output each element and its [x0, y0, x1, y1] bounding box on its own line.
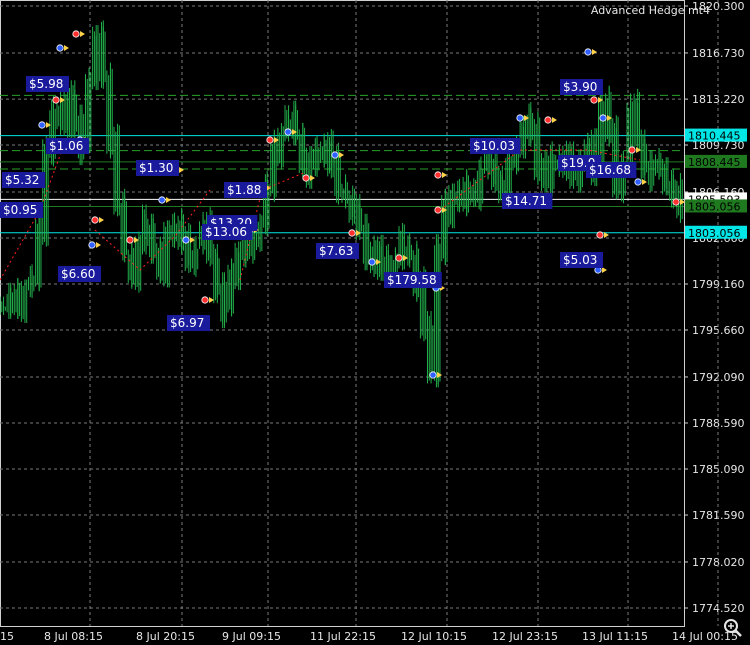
price-tick-label: 1778.020: [692, 556, 745, 569]
trade-marker-icon: [516, 114, 524, 122]
time-tick-label: 11 Jul 22:15: [310, 630, 376, 643]
trade-marker-icon: [628, 146, 636, 154]
time-tick-label: 15: [0, 630, 14, 643]
level-tag-label: 1810.445: [688, 130, 741, 143]
profit-label: $14.71: [505, 194, 547, 208]
profit-label: $5.32: [5, 173, 39, 187]
zoom-in-icon[interactable]: [722, 617, 744, 639]
trade-arrow-icon: [376, 259, 381, 265]
trade-arrow-icon: [96, 242, 101, 248]
trade-arrow-icon: [552, 117, 557, 123]
trade-marker-icon: [284, 128, 292, 136]
level-tag-label: 1808.445: [688, 156, 741, 169]
trade-marker-icon: [56, 44, 64, 52]
trade-marker-icon: [266, 136, 274, 144]
trade-marker-icon: [590, 96, 598, 104]
trade-marker-icon: [348, 229, 356, 237]
profit-label: $1.30: [139, 161, 173, 175]
time-tick-label: 9 Jul 09:15: [222, 630, 281, 643]
trade-marker-icon: [584, 48, 592, 56]
trade-arrow-icon: [592, 49, 597, 55]
trade-marker-icon: [72, 30, 80, 38]
ea-title: Advanced Hedge mt4: [591, 4, 710, 17]
profit-label: $1.88: [227, 183, 261, 197]
trade-marker-icon: [91, 216, 99, 224]
profit-label: $13.06: [205, 225, 247, 239]
trade-marker-icon: [395, 254, 403, 262]
trade-arrow-icon: [442, 207, 447, 213]
trade-arrow-icon: [524, 115, 529, 121]
price-chart[interactable]: 1820.3001816.7301813.2201809.7301806.160…: [0, 0, 750, 645]
trade-marker-icon: [52, 96, 60, 104]
trade-arrow-icon: [442, 172, 447, 178]
profit-label: $7.63: [319, 244, 353, 258]
trade-marker-icon: [38, 121, 46, 129]
trade-marker-icon: [368, 258, 376, 266]
profit-label: $6.97: [170, 316, 204, 330]
time-tick-label: 8 Jul 08:15: [44, 630, 103, 643]
trade-marker-icon: [599, 114, 607, 122]
profit-label: $5.03: [563, 253, 597, 267]
chart-canvas[interactable]: 1820.3001816.7301813.2201809.7301806.160…: [0, 0, 750, 645]
profit-label: $16.68: [589, 163, 631, 177]
time-tick-label: 8 Jul 20:15: [136, 630, 195, 643]
level-tag-label: 1803.056: [688, 227, 741, 240]
level-tag-label: 1805.056: [688, 200, 741, 213]
profit-label: $0.95: [3, 203, 37, 217]
trade-arrow-icon: [99, 217, 104, 223]
trade-marker-icon: [429, 371, 437, 379]
trade-arrow-icon: [166, 197, 171, 203]
trade-arrow-icon: [310, 175, 315, 181]
trade-marker-icon: [201, 296, 209, 304]
trade-arrow-icon: [403, 255, 408, 261]
trade-arrow-icon: [80, 31, 85, 37]
trade-marker-icon: [126, 236, 134, 244]
trade-arrow-icon: [339, 152, 344, 158]
profit-label: $179.58: [387, 273, 437, 287]
profit-label: $1.06: [49, 139, 83, 153]
trade-arrow-icon: [179, 167, 184, 173]
profit-label: $10.03: [473, 139, 515, 153]
trade-marker-icon: [672, 198, 680, 206]
trade-marker-icon: [88, 241, 96, 249]
trade-arrow-icon: [636, 147, 641, 153]
trade-marker-icon: [158, 196, 166, 204]
trade-marker-icon: [182, 236, 190, 244]
time-tick-label: 13 Jul 11:15: [582, 630, 648, 643]
trade-marker-icon: [544, 116, 552, 124]
profit-label: $6.60: [61, 267, 95, 281]
trade-arrow-icon: [64, 45, 69, 51]
ea-title-text: Advanced Hedge mt4: [590, 4, 710, 17]
trade-marker-icon: [434, 171, 442, 179]
profit-label: $5.98: [29, 77, 63, 91]
time-tick-label: 12 Jul 10:15: [401, 630, 467, 643]
trade-marker-icon: [634, 178, 642, 186]
trade-arrow-icon: [292, 129, 297, 135]
trade-marker-icon: [302, 174, 310, 182]
time-tick-label: 12 Jul 23:15: [492, 630, 558, 643]
trade-marker-icon: [331, 151, 339, 159]
profit-label: $3.90: [563, 80, 597, 94]
trade-marker-icon: [596, 231, 604, 239]
